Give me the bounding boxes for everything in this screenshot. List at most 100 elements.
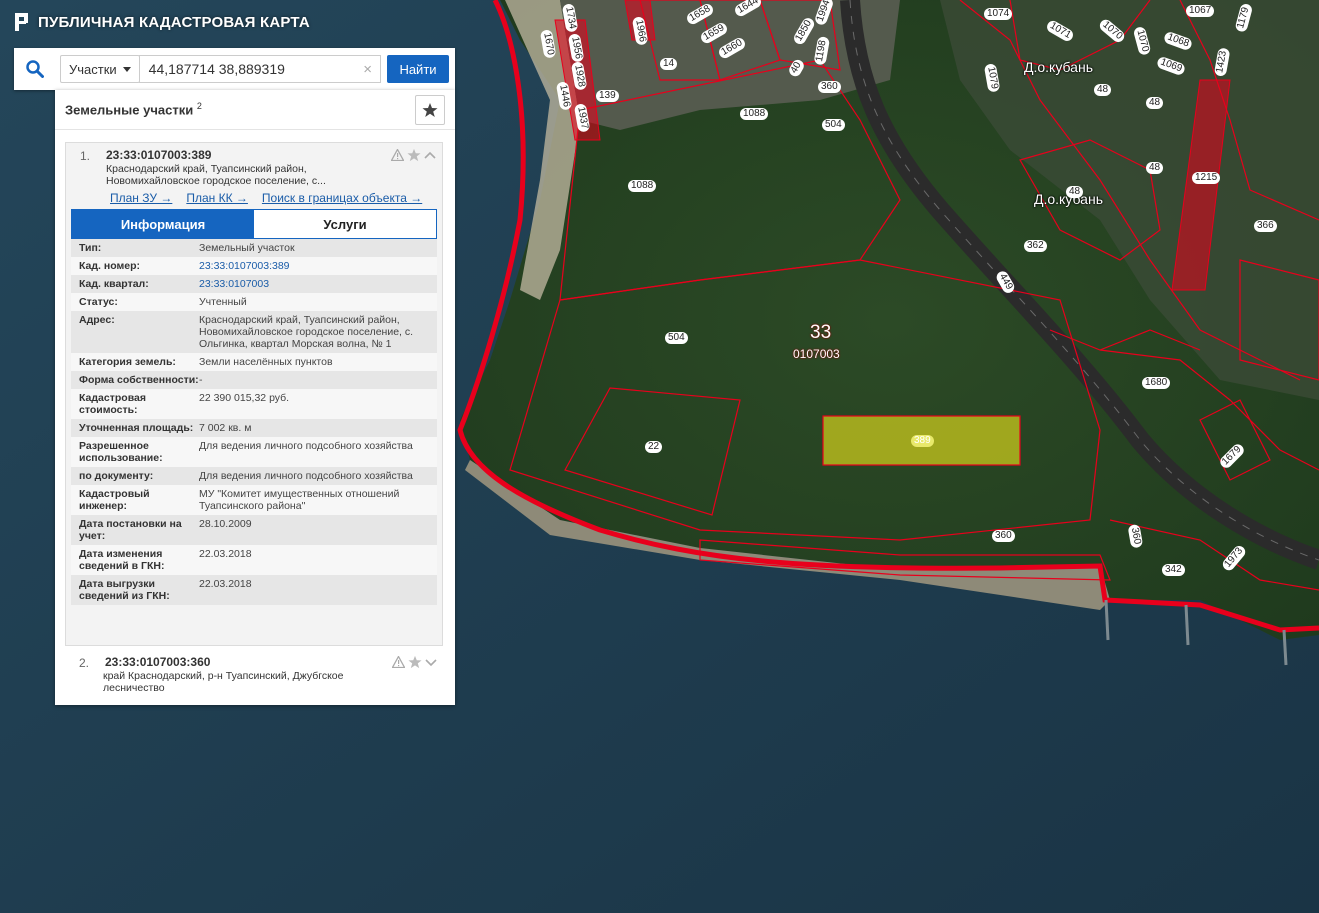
parcel-label[interactable]: 48 — [1146, 97, 1164, 109]
info-value-link[interactable]: 23:33:0107003:389 — [199, 260, 437, 272]
info-row-status: Статус: Учтенный — [71, 293, 437, 311]
info-key: Дата постановки на учет: — [79, 518, 182, 542]
search-button[interactable] — [14, 48, 56, 90]
district-number: 33 — [810, 322, 832, 343]
parcel-label[interactable]: 1067 — [1186, 5, 1215, 17]
parcel-label[interactable]: 48 — [1146, 162, 1164, 174]
parcel-label[interactable]: 1088 — [628, 180, 657, 192]
result-cad-number[interactable]: 23:33:0107003:360 — [105, 655, 210, 669]
object-type-select[interactable]: Участки — [60, 55, 140, 83]
info-key: Статус: — [79, 296, 118, 308]
info-key: Кад. номер: — [79, 260, 141, 272]
parcel-label[interactable]: 1215 — [1192, 172, 1221, 184]
info-row-land-category: Категория земель: Земли населённых пункто… — [71, 353, 437, 371]
warning-icon[interactable] — [392, 656, 405, 668]
result-tabs: Информация Услуги — [71, 209, 437, 239]
results-heading-text: Земельные участки — [65, 102, 194, 118]
place-name: Д.о.кубань — [1024, 59, 1093, 75]
star-icon[interactable] — [408, 655, 422, 669]
parcel-label[interactable]: 48 — [1094, 84, 1112, 96]
parcel-label[interactable]: 14 — [660, 58, 678, 70]
parcel-label[interactable]: 1680 — [1142, 377, 1171, 389]
info-value: 22.03.2018 — [199, 548, 252, 560]
parcel-label[interactable]: 342 — [1162, 564, 1185, 576]
chevron-down-icon — [122, 66, 131, 72]
find-button[interactable]: Найти — [387, 55, 449, 83]
result-item[interactable]: 1. 23:33:0107003:389 Краснодарский край,… — [65, 142, 443, 646]
parcel-label-selected[interactable]: 389 — [911, 435, 934, 447]
parcel-label[interactable]: 360 — [818, 81, 841, 93]
info-key: Уточненная площадь: — [79, 422, 194, 434]
kk-plan-link[interactable]: План КК → — [186, 191, 248, 205]
tab-information[interactable]: Информация — [72, 210, 254, 238]
results-heading: Земельные участки 2 — [65, 101, 202, 117]
info-value: Земли населённых пунктов — [199, 356, 333, 368]
result-actions — [391, 148, 436, 162]
zu-plan-link[interactable]: План ЗУ → — [110, 191, 172, 205]
info-row-type: Тип: Земельный участок — [71, 239, 437, 257]
info-value: Для ведения личного подсобного хозяйства — [199, 440, 413, 452]
parcel-label[interactable]: 48 — [1066, 186, 1084, 198]
info-row-address: Адрес: Краснодарский край, Туапсинский ра… — [71, 311, 437, 353]
tab-services[interactable]: Услуги — [254, 210, 436, 238]
info-key: Категория земель: — [79, 356, 176, 368]
info-row-permitted-use: Разрешенное использование: Для ведения ли… — [71, 437, 437, 467]
result-index: 1. — [80, 149, 91, 163]
parcel-label[interactable]: 366 — [1254, 220, 1277, 232]
info-row-cadastral-value: Кадастровая стоимость: 22 390 015,32 руб. — [71, 389, 437, 419]
info-row-cad-number: Кад. номер: 23:33:0107003:389 — [71, 257, 437, 275]
info-value: Земельный участок — [199, 242, 295, 254]
info-key: Тип: — [79, 242, 102, 254]
result-cad-number[interactable]: 23:33:0107003:389 — [106, 148, 211, 162]
info-value: Для ведения личного подсобного хозяйства — [199, 470, 413, 482]
search-input[interactable]: 44,187714 38,889319 × — [138, 55, 381, 83]
info-key: Форма собственности: — [79, 374, 199, 386]
info-key: Разрешенное использование: — [79, 440, 163, 464]
info-row-by-document: по документу: Для ведения личного подсобн… — [71, 467, 437, 485]
info-value: 28.10.2009 — [199, 518, 252, 530]
parcel-label[interactable]: 1088 — [740, 108, 769, 120]
results-header: Земельные участки 2 — [55, 90, 455, 130]
result-links: План ЗУ → План КК → Поиск в границах объ… — [110, 191, 422, 205]
parcel-label[interactable]: 22 — [645, 441, 663, 453]
pkk-logo-icon[interactable] — [14, 12, 30, 32]
info-key: Дата изменения сведений в ГКН: — [79, 548, 165, 572]
result-index: 2. — [79, 656, 90, 670]
search-icon — [26, 60, 44, 78]
info-row-ownership: Форма собственности: - — [71, 371, 437, 389]
parcel-label[interactable]: 504 — [822, 119, 845, 131]
info-row-area: Уточненная площадь: 7 002 кв. м — [71, 419, 437, 437]
quarter-number: 0107003 — [793, 347, 840, 361]
info-value: 22.03.2018 — [199, 578, 252, 590]
search-within-object-link[interactable]: Поиск в границах объекта → — [262, 191, 422, 205]
star-icon — [422, 103, 438, 117]
info-value: 22 390 015,32 руб. — [199, 392, 290, 404]
chevron-down-icon[interactable] — [425, 657, 437, 667]
parcel-label[interactable]: 504 — [665, 332, 688, 344]
info-value-link[interactable]: 23:33:0107003 — [199, 278, 437, 290]
results-panel: Земельные участки 2 1. 23:33:0107003:389… — [55, 90, 455, 705]
result-item[interactable]: 2. 23:33:0107003:360 край Краснодарский,… — [65, 650, 443, 700]
chevron-up-icon[interactable] — [424, 150, 436, 160]
parcel-label[interactable]: 139 — [596, 90, 619, 102]
info-row-cad-quarter: Кад. квартал: 23:33:0107003 — [71, 275, 437, 293]
result-address: край Краснодарский, р-н Туапсинский, Джу… — [103, 670, 344, 694]
warning-icon[interactable] — [391, 149, 404, 161]
favorites-button[interactable] — [415, 95, 445, 125]
info-key: по документу: — [79, 470, 154, 482]
app-header: ПУБЛИЧНАЯ КАДАСТРОВАЯ КАРТА — [14, 12, 310, 32]
info-value: 7 002 кв. м — [199, 422, 252, 434]
info-key: Кадастровый инженер: — [79, 488, 150, 512]
parcel-label[interactable]: 1074 — [984, 8, 1013, 20]
info-key: Дата выгрузки сведений из ГКН: — [79, 578, 170, 602]
results-count: 2 — [196, 101, 202, 112]
info-key: Кад. квартал: — [79, 278, 149, 290]
parcel-label[interactable]: 360 — [992, 530, 1015, 542]
info-value: - — [199, 374, 203, 386]
object-type-value: Участки — [69, 61, 117, 77]
clear-icon[interactable]: × — [363, 61, 372, 78]
info-value: МУ "Комитет имущественных отношений Туап… — [199, 488, 400, 512]
result-address: Краснодарский край, Туапсинский район, Н… — [106, 163, 326, 187]
parcel-label[interactable]: 362 — [1024, 240, 1047, 252]
star-icon[interactable] — [407, 148, 421, 162]
